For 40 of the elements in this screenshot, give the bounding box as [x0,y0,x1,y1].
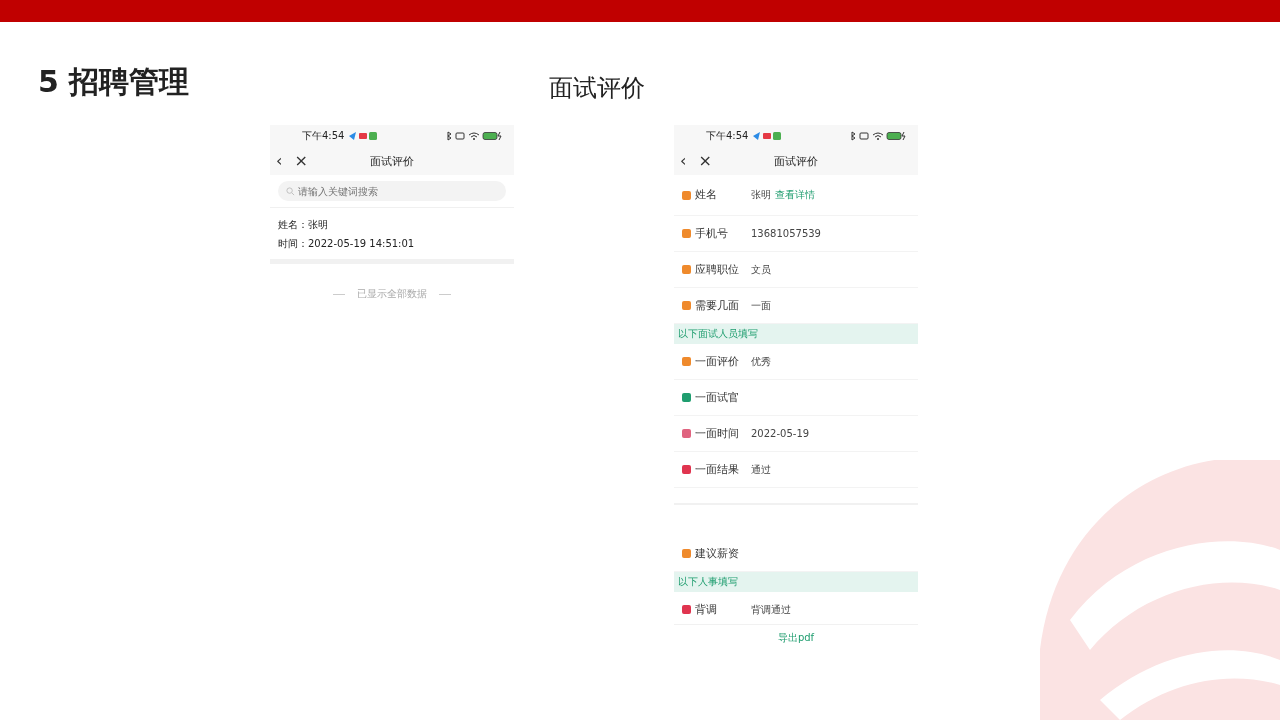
field-value: 张明 [751,188,771,202]
close-button[interactable]: × [692,153,718,169]
status-icons [848,131,908,141]
back-button[interactable]: ‹ [270,153,289,169]
field-value: 背调通过 [751,602,791,617]
status-time: 下午4:54 [302,129,345,143]
details-link[interactable]: 查看详情 [775,188,815,202]
search-field[interactable]: 请输入关键词搜索 [278,181,506,201]
field-label: 背调 [695,602,718,617]
slide-title: 5 招聘管理 [38,63,190,101]
back-button[interactable]: ‹ [674,153,693,169]
field-value: 2022-05-19 [751,428,810,439]
section-header: 以下面试人员填写 [674,324,918,344]
field-value: 通过 [751,462,771,477]
field-label: 手机号 [695,226,729,241]
page-title: 面试评价 [370,153,414,169]
time-text: 时间：2022-05-19 14:51:01 [278,237,415,251]
export-button[interactable]: 导出pdf [771,629,821,646]
field-label: 需要几面 [695,298,740,313]
field-label: 一面时间 [695,426,740,441]
field-label: 应聘职位 [695,262,740,277]
field-value: 文员 [751,262,771,277]
section-header: 以下人事填写 [674,572,918,592]
field-value: 一面 [751,298,771,313]
status-icons [444,131,504,141]
field-value: 优秀 [751,354,771,369]
field-label: 一面结果 [695,462,740,477]
name-text: 姓名：张明 [278,218,328,232]
field-label: 姓名 [695,188,718,202]
end-note: 已显示全部数据 [357,287,427,301]
page-title: 面试评价 [774,153,818,169]
notification-icons [348,131,379,141]
field-value: 13681057539 [751,228,821,239]
notification-icons [752,131,783,141]
field-label: 一面评价 [695,354,740,369]
field-label: 建议薪资 [695,546,740,561]
close-button[interactable]: × [288,153,314,169]
slide-subtitle: 面试评价 [549,73,645,104]
status-time: 下午4:54 [706,129,749,143]
field-label: 一面试官 [695,390,740,405]
